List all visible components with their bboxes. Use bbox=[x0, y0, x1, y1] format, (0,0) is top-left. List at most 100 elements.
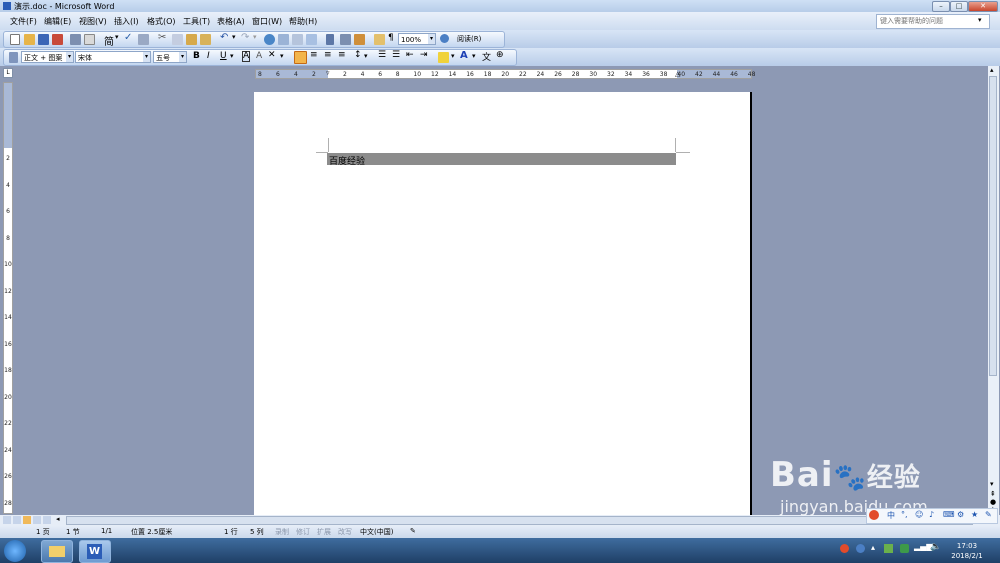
skin-icon[interactable]: ★ bbox=[971, 510, 978, 519]
prev-page-icon[interactable]: ⇞ bbox=[990, 490, 996, 498]
undo-dropdown-icon[interactable]: ▾ bbox=[232, 33, 236, 41]
status-record[interactable]: 录制 bbox=[275, 527, 289, 537]
highlight-icon[interactable] bbox=[438, 52, 449, 63]
menu-insert[interactable]: 插入(I) bbox=[114, 16, 139, 27]
maximize-button[interactable]: □ bbox=[950, 1, 968, 12]
taskbar-clock[interactable]: 17:03 2018/2/1 bbox=[944, 541, 990, 561]
vertical-ruler[interactable]: 2 4 6 8 10 12 14 16 18 20 22 24 26 28 bbox=[3, 82, 13, 514]
undo-icon[interactable]: ↶ bbox=[220, 32, 228, 43]
keyboard-icon[interactable]: ⌨ bbox=[943, 510, 955, 519]
read-mode-button[interactable]: 阅读(R) bbox=[457, 34, 481, 44]
vertical-scroll-thumb[interactable] bbox=[989, 76, 997, 376]
font-dropdown[interactable]: 宋体 ▾ bbox=[75, 51, 151, 63]
vertical-scrollbar[interactable]: ▴ ▾ ⇞ ● ⇟ bbox=[988, 66, 999, 516]
web-view-icon[interactable] bbox=[13, 516, 21, 524]
tray-shield-icon[interactable] bbox=[900, 544, 909, 553]
char-shading-icon[interactable]: A bbox=[256, 51, 262, 61]
document-text[interactable]: 百度经验 bbox=[329, 154, 365, 167]
help-dropdown-icon[interactable]: ▾ bbox=[978, 16, 982, 24]
justify-icon[interactable]: ≡ bbox=[338, 50, 346, 60]
menu-format[interactable]: 格式(O) bbox=[147, 16, 176, 27]
enclose-char-icon[interactable]: ⊕ bbox=[496, 50, 504, 60]
menu-file[interactable]: 文件(F) bbox=[10, 16, 37, 27]
ime-mode-label[interactable]: 中 bbox=[887, 510, 895, 521]
styles-icon[interactable] bbox=[9, 52, 18, 63]
start-button[interactable] bbox=[4, 540, 26, 562]
spelling-status-icon[interactable]: ✎ bbox=[410, 527, 416, 535]
horizontal-scrollbar[interactable]: ◂ ▸ bbox=[0, 515, 1000, 525]
emoji-icon[interactable]: ☺ bbox=[915, 510, 923, 519]
help-search-input[interactable] bbox=[877, 15, 983, 26]
tray-volume-icon[interactable]: 🔈 bbox=[930, 542, 941, 552]
print-layout-view-icon[interactable] bbox=[23, 516, 31, 524]
tray-sogou-icon[interactable] bbox=[840, 544, 849, 553]
left-indent-marker[interactable]: ▿ bbox=[326, 69, 330, 77]
align-left-icon[interactable] bbox=[294, 51, 307, 64]
open-folder-icon[interactable] bbox=[24, 34, 35, 45]
status-track[interactable]: 修订 bbox=[296, 527, 310, 537]
redo-dropdown-icon[interactable]: ▾ bbox=[253, 33, 257, 41]
italic-icon[interactable]: I bbox=[207, 51, 210, 61]
bold-icon[interactable]: B bbox=[193, 51, 200, 61]
voice-icon[interactable]: ♪ bbox=[929, 510, 934, 519]
drawing-icon[interactable] bbox=[340, 34, 351, 45]
font-color-dropdown-icon[interactable]: ▾ bbox=[472, 52, 476, 60]
char-scale-dropdown-icon[interactable]: ▾ bbox=[280, 52, 284, 60]
trad-simp-label[interactable]: 简 bbox=[104, 33, 114, 48]
scroll-left-icon[interactable]: ◂ bbox=[56, 515, 60, 523]
align-center-icon[interactable]: ≡ bbox=[310, 50, 318, 60]
menu-view[interactable]: 视图(V) bbox=[79, 16, 107, 27]
status-overtype[interactable]: 改写 bbox=[338, 527, 352, 537]
char-scale-icon[interactable]: ✕ bbox=[268, 50, 276, 60]
research-icon[interactable] bbox=[138, 34, 149, 45]
tray-show-hidden-icon[interactable]: ▴ bbox=[871, 543, 875, 552]
paragraph-mark-icon[interactable]: ¶ bbox=[388, 33, 394, 43]
horizontal-scroll-thumb[interactable] bbox=[66, 516, 973, 525]
highlight-dropdown-icon[interactable]: ▾ bbox=[451, 52, 455, 60]
permission-icon[interactable] bbox=[52, 34, 63, 45]
sogou-icon[interactable] bbox=[869, 510, 879, 520]
font-color-icon[interactable]: A bbox=[460, 50, 468, 61]
taskbar-word[interactable]: W bbox=[79, 540, 111, 563]
underline-dropdown-icon[interactable]: ▾ bbox=[230, 52, 234, 60]
menu-edit[interactable]: 编辑(E) bbox=[44, 16, 71, 27]
print-icon[interactable] bbox=[70, 34, 81, 45]
hyperlink-icon[interactable] bbox=[264, 34, 275, 45]
spelling-icon[interactable]: ✓ bbox=[124, 32, 132, 43]
close-button[interactable]: ✕ bbox=[968, 1, 998, 12]
tab-selector[interactable]: L bbox=[3, 68, 13, 78]
decrease-indent-icon[interactable]: ⇤ bbox=[406, 50, 414, 60]
tables-borders-icon[interactable] bbox=[278, 34, 289, 45]
normal-view-icon[interactable] bbox=[3, 516, 11, 524]
reading-view-icon[interactable] bbox=[43, 516, 51, 524]
settings-wrench-icon[interactable]: ✎ bbox=[985, 510, 992, 519]
document-map-icon[interactable] bbox=[354, 34, 365, 45]
trad-simp-dropdown-icon[interactable]: ▾ bbox=[115, 33, 119, 41]
redo-icon[interactable]: ↷ bbox=[241, 32, 249, 43]
zoom-dropdown[interactable]: 100% ▾ bbox=[398, 33, 436, 45]
browse-object-icon[interactable]: ● bbox=[990, 498, 996, 506]
taskbar-explorer[interactable] bbox=[41, 540, 73, 563]
char-border-icon[interactable]: A bbox=[242, 51, 251, 62]
menu-tools[interactable]: 工具(T) bbox=[183, 16, 210, 27]
help-search-box[interactable] bbox=[876, 14, 990, 29]
cut-icon[interactable]: ✂ bbox=[158, 32, 166, 43]
copy-icon[interactable] bbox=[172, 34, 183, 45]
phonetic-guide-icon[interactable]: 文 bbox=[482, 50, 491, 63]
tray-app-icon[interactable] bbox=[884, 544, 893, 553]
outline-view-icon[interactable] bbox=[33, 516, 41, 524]
show-hide-icon[interactable] bbox=[374, 34, 385, 45]
punctuation-icon[interactable]: °, bbox=[901, 510, 908, 519]
line-spacing-dropdown-icon[interactable]: ▾ bbox=[364, 52, 368, 60]
numbering-icon[interactable]: ☰ bbox=[378, 50, 386, 60]
help-icon[interactable] bbox=[440, 34, 449, 43]
align-right-icon[interactable]: ≡ bbox=[324, 50, 332, 60]
columns-icon[interactable] bbox=[326, 34, 334, 45]
minimize-button[interactable]: – bbox=[932, 1, 950, 12]
toolbox-icon[interactable]: ⚙ bbox=[957, 510, 964, 519]
style-dropdown[interactable]: 正文 + 图案 ▾ bbox=[21, 51, 74, 63]
bullets-icon[interactable]: ☰ bbox=[392, 50, 400, 60]
scroll-up-icon[interactable]: ▴ bbox=[990, 66, 994, 74]
tray-help-icon[interactable] bbox=[856, 544, 865, 553]
status-extend[interactable]: 扩展 bbox=[317, 527, 331, 537]
